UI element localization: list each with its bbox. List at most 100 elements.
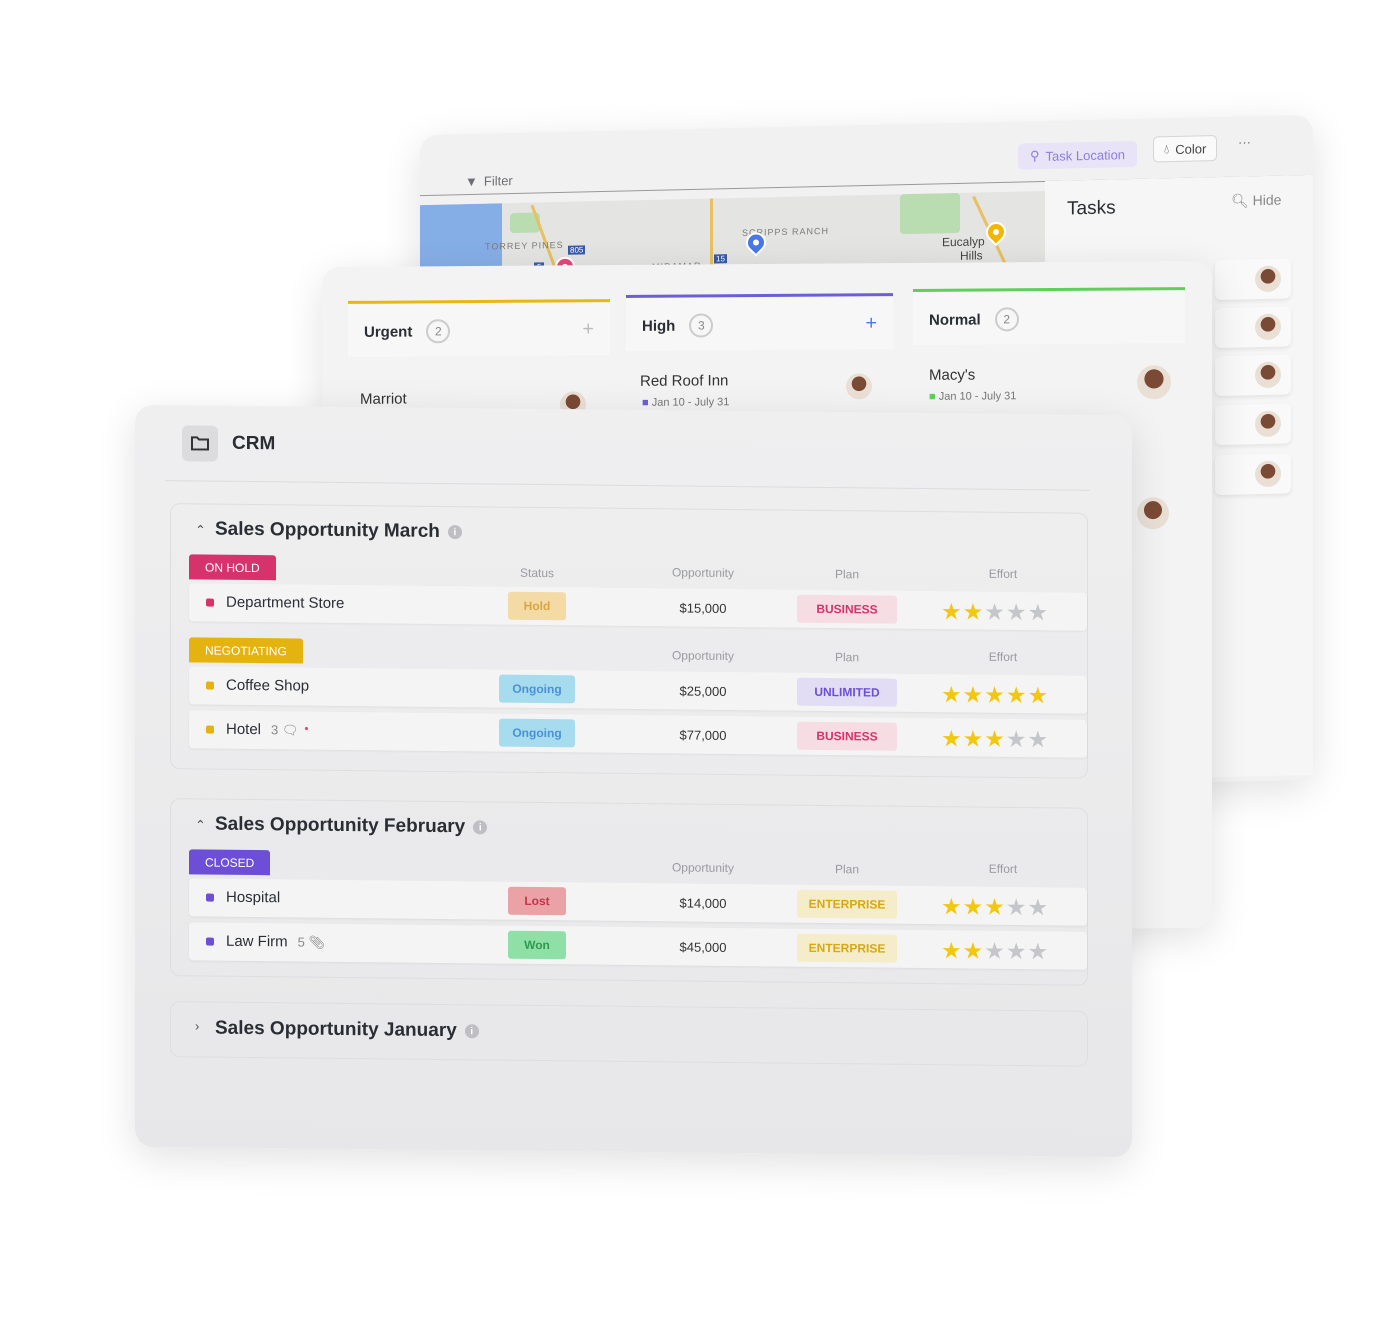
star-icon[interactable]: ★ (941, 598, 963, 624)
hide-button[interactable]: 🔍︎ Hide (1231, 192, 1281, 210)
plan-pill[interactable]: BUSINESS (797, 594, 897, 624)
filter-button[interactable]: ▼ Filter (465, 173, 513, 189)
table-row[interactable]: Department Store Hold $15,000 BUSINESS ★★★★★ (189, 583, 1087, 631)
tasks-title: Tasks (1067, 197, 1116, 220)
more-icon: ··· (1238, 134, 1251, 150)
star-icon[interactable]: ★ (984, 599, 1006, 625)
status-pill[interactable]: Lost (508, 886, 566, 916)
effort-rating[interactable]: ★★★★★ (941, 893, 1049, 921)
star-icon[interactable]: ★ (984, 938, 1006, 964)
star-icon[interactable]: ★ (941, 681, 963, 707)
row-name[interactable]: Coffee Shop (226, 677, 309, 695)
plan-pill[interactable]: ENTERPRISE (797, 933, 897, 963)
section-title-text: Sales Opportunity March (215, 518, 440, 542)
column-header-opportunity: Opportunity (671, 648, 735, 664)
star-icon[interactable]: ★ (941, 725, 963, 751)
star-icon[interactable]: ★ (1028, 894, 1050, 920)
effort-rating[interactable]: ★★★★★ (941, 681, 1049, 709)
opportunity-value: $45,000 (679, 939, 727, 955)
status-pill[interactable]: Hold (508, 591, 566, 621)
table-row[interactable]: Coffee Shop Ongoing $25,000 UNLIMITED ★★★★★ (189, 666, 1087, 714)
avatar (846, 373, 872, 400)
task-item[interactable] (1215, 306, 1291, 349)
star-icon[interactable]: ★ (984, 894, 1006, 920)
row-name[interactable]: Department Store (226, 594, 344, 612)
more-options-button[interactable]: ··· (1238, 134, 1251, 149)
avatar (1137, 365, 1171, 400)
add-task-icon[interactable]: + (865, 312, 877, 335)
table-row[interactable]: Hotel 3 🗨︎ • Ongoing $77,000 BUSINESS ★★★★★ (189, 710, 1087, 758)
task-card-title[interactable]: Marriot (360, 391, 407, 408)
table-row[interactable]: Law Firm 5 📎︎ Won $45,000 ENTERPRISE ★★★★★ (189, 922, 1087, 970)
crm-section: ⌃ Sales Opportunity February i CLOSED Opport… (170, 798, 1088, 986)
effort-rating[interactable]: ★★★★★ (941, 725, 1049, 753)
plan-pill[interactable]: UNLIMITED (797, 677, 897, 707)
star-icon[interactable]: ★ (984, 682, 1006, 708)
table-row[interactable]: Hospital Lost $14,000 ENTERPRISE ★★★★★ (189, 878, 1087, 926)
status-dot (206, 937, 214, 946)
star-icon[interactable]: ★ (1028, 599, 1050, 625)
comment-icon: 🗨︎ (281, 722, 299, 738)
color-button[interactable]: 💧︎ Color (1153, 135, 1218, 163)
task-location-button[interactable]: ⚲ Task Location (1018, 140, 1138, 170)
avatar (1255, 313, 1281, 341)
star-icon[interactable]: ★ (1028, 938, 1050, 964)
task-card-title[interactable]: Macy's (929, 367, 975, 384)
column-normal: Normal 2 (913, 287, 1185, 345)
star-icon[interactable]: ★ (1006, 938, 1028, 964)
star-icon[interactable]: ★ (941, 893, 963, 919)
star-icon[interactable]: ★ (1028, 682, 1050, 708)
star-icon[interactable]: ★ (963, 937, 985, 963)
star-icon[interactable]: ★ (984, 726, 1006, 752)
task-item[interactable] (1215, 453, 1291, 496)
group-label[interactable]: ON HOLD (189, 554, 276, 581)
status-pill[interactable]: Ongoing (499, 674, 575, 704)
star-icon[interactable]: ★ (963, 681, 985, 707)
attachment-icon: 📎︎ (308, 934, 326, 950)
section-title[interactable]: Sales Opportunity February i (215, 814, 488, 839)
collapse-chevron-icon[interactable]: › (195, 1018, 199, 1033)
star-icon[interactable]: ★ (963, 598, 985, 624)
star-icon[interactable]: ★ (941, 937, 963, 963)
info-icon[interactable]: i (447, 525, 462, 540)
effort-rating[interactable]: ★★★★★ (941, 598, 1049, 626)
row-name[interactable]: Hospital (226, 889, 280, 907)
star-icon[interactable]: ★ (1006, 726, 1028, 752)
row-name[interactable]: Law Firm 5 📎︎ (226, 933, 325, 951)
star-icon[interactable]: ★ (1006, 894, 1028, 920)
highway-shield: 15 (714, 254, 727, 264)
folder-icon (182, 425, 218, 462)
effort-rating[interactable]: ★★★★★ (941, 937, 1049, 965)
group-label[interactable]: NEGOTIATING (189, 637, 303, 664)
column-high: High 3 + (626, 293, 893, 351)
add-task-icon[interactable]: + (582, 318, 594, 341)
status-pill[interactable]: Won (508, 930, 566, 960)
info-icon[interactable]: i (473, 820, 488, 835)
status-pill[interactable]: Ongoing (499, 718, 575, 748)
plan-pill[interactable]: ENTERPRISE (797, 889, 897, 919)
star-icon[interactable]: ★ (963, 725, 985, 751)
star-icon[interactable]: ★ (1006, 599, 1028, 625)
collapse-chevron-icon[interactable]: ⌃ (195, 817, 206, 833)
color-label: Color (1175, 140, 1207, 157)
task-item[interactable] (1215, 403, 1291, 446)
star-icon[interactable]: ★ (1006, 682, 1028, 708)
dates-text: Jan 10 - July 31 (938, 390, 1017, 403)
star-icon[interactable]: ★ (1028, 726, 1050, 752)
section-title[interactable]: Sales Opportunity March i (215, 519, 462, 544)
plan-pill[interactable]: BUSINESS (797, 721, 897, 751)
star-icon[interactable]: ★ (963, 893, 985, 919)
row-name[interactable]: Hotel 3 🗨︎ • (226, 721, 309, 739)
group-label[interactable]: CLOSED (189, 849, 271, 876)
map-label: Eucalyp (942, 234, 985, 250)
dates-text: Jan 10 - July 31 (651, 396, 730, 409)
info-icon[interactable]: i (464, 1024, 479, 1039)
comment-count: 3 🗨︎ (271, 722, 299, 738)
park (900, 192, 960, 235)
task-card-title[interactable]: Red Roof Inn (640, 372, 728, 390)
collapse-chevron-icon[interactable]: ⌃ (195, 522, 206, 538)
task-item[interactable] (1215, 354, 1291, 397)
task-item[interactable] (1215, 258, 1291, 301)
avatar (1255, 410, 1281, 438)
section-title[interactable]: Sales Opportunity January i (215, 1018, 479, 1043)
